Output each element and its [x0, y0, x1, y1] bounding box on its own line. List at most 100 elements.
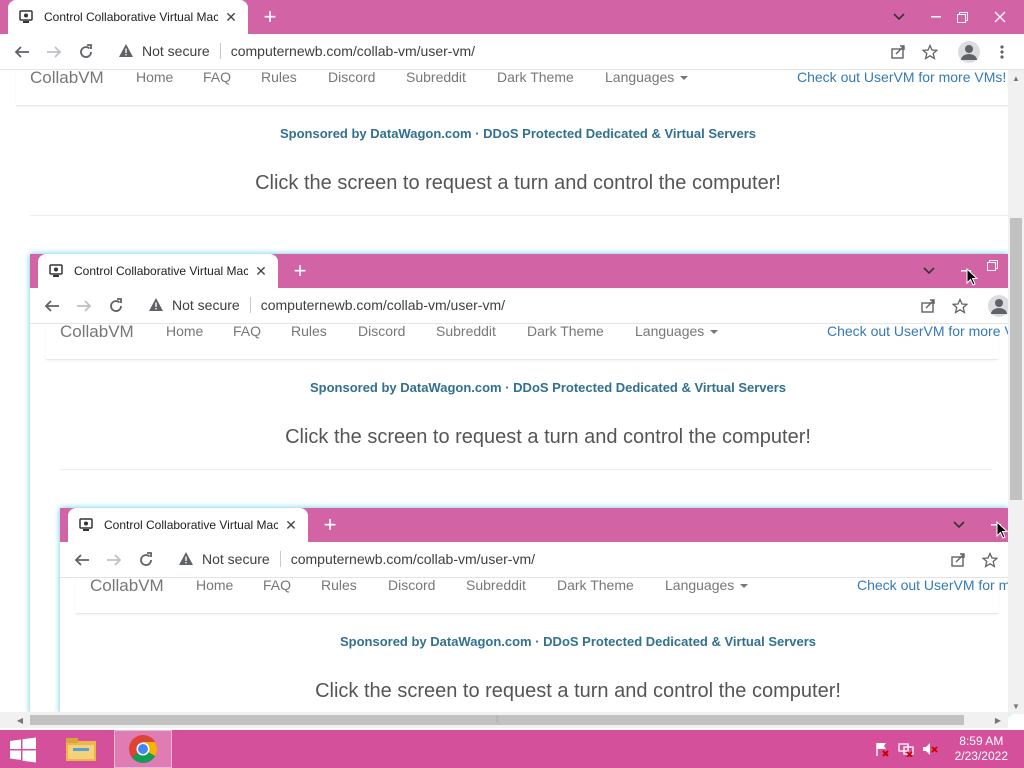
vertical-scroll-thumb[interactable] — [1010, 218, 1022, 500]
browser-tab[interactable]: Control Collaborative Virtual Mac ✕ — [8, 0, 248, 34]
scroll-left-arrow-icon[interactable]: ◀ — [12, 712, 28, 728]
site-brand[interactable]: CollabVM — [30, 69, 104, 86]
scroll-grip-icon: ⁞ — [496, 715, 499, 724]
browser-tab[interactable]: Control Collaborative Virtual Mac ✕ — [38, 254, 278, 288]
vertical-scrollbar[interactable]: ▲ ▼ — [1008, 70, 1024, 714]
horizontal-scrollbar[interactable]: ◀ ⁞ ▶ — [0, 712, 1008, 728]
nav-home[interactable]: Home — [166, 324, 203, 338]
scroll-down-arrow-icon[interactable]: ▼ — [1008, 698, 1024, 714]
address-bar[interactable]: Not secure computernewb.com/collab-vm/us… — [118, 43, 475, 59]
check-out-uservm-link[interactable]: Check out UserVM for more V — [827, 324, 1008, 338]
nav-languages[interactable]: Languages — [605, 70, 689, 84]
divider — [279, 551, 281, 567]
back-arrow-icon[interactable] — [10, 40, 34, 64]
volume-muted-icon[interactable] — [922, 741, 938, 757]
site-brand[interactable]: CollabVM — [60, 323, 134, 340]
share-icon[interactable] — [916, 294, 940, 318]
tab-strip: Control Collaborative Virtual Mac ✕ + — [30, 254, 1008, 288]
close-tab-icon[interactable]: ✕ — [252, 262, 270, 280]
nav-rules[interactable]: Rules — [261, 70, 297, 84]
bookmark-star-icon[interactable] — [978, 548, 1002, 572]
nav-dark-theme[interactable]: Dark Theme — [497, 70, 574, 84]
scroll-right-arrow-icon[interactable]: ▶ — [990, 712, 1006, 728]
folder-icon — [66, 738, 96, 761]
site-navbar: CollabVM Home FAQ Rules Discord Subreddi… — [76, 577, 1008, 614]
nav-faq[interactable]: FAQ — [233, 324, 261, 338]
scroll-up-arrow-icon[interactable]: ▲ — [1008, 70, 1024, 86]
nav-dark-theme[interactable]: Dark Theme — [557, 578, 634, 592]
close-window-icon[interactable] — [984, 0, 1016, 34]
check-out-uservm-link[interactable]: Check out UserVM for more VMs! — [797, 70, 1006, 84]
nav-subreddit[interactable]: Subreddit — [436, 324, 496, 338]
back-arrow-icon[interactable] — [40, 294, 64, 318]
turn-prompt[interactable]: Click the screen to request a turn and c… — [30, 426, 1008, 449]
site-navbar: CollabVM Home FAQ Rules Discord Subreddi… — [16, 69, 1014, 106]
nav-discord[interactable]: Discord — [358, 324, 405, 338]
caret-down-icon — [680, 76, 689, 81]
file-explorer-taskbar-button[interactable] — [52, 730, 110, 768]
nav-rules[interactable]: Rules — [291, 324, 327, 338]
bookmark-star-icon[interactable] — [918, 40, 942, 64]
profile-avatar-icon[interactable] — [958, 41, 980, 63]
browser-tab[interactable]: Control Collaborative Virtual Mac ✕ — [68, 508, 308, 542]
check-out-uservm-link[interactable]: Check out UserVM for m — [857, 578, 1008, 592]
forward-arrow-icon[interactable] — [102, 548, 126, 572]
reload-icon[interactable] — [134, 548, 158, 572]
turn-prompt[interactable]: Click the screen to request a turn and c… — [60, 680, 1008, 703]
share-icon[interactable] — [946, 548, 970, 572]
address-bar[interactable]: Not secure computernewb.com/collab-vm/us… — [148, 297, 505, 313]
nav-subreddit[interactable]: Subreddit — [466, 578, 526, 592]
sponsor-banner[interactable]: Sponsored by DataWagon.com · DDoS Protec… — [30, 380, 1008, 395]
caret-down-icon — [740, 584, 749, 589]
tab-title: Control Collaborative Virtual Mac — [74, 264, 248, 278]
clock-time: 8:59 AM — [959, 734, 1004, 748]
divider — [249, 297, 251, 313]
nav-languages[interactable]: Languages — [665, 578, 749, 592]
new-tab-icon[interactable]: + — [318, 513, 342, 537]
share-icon[interactable] — [886, 40, 910, 64]
url-path: /collab-vm/user-vm/ — [352, 43, 476, 59]
forward-arrow-icon[interactable] — [72, 294, 96, 318]
nav-rules[interactable]: Rules — [321, 578, 357, 592]
tab-search-icon[interactable] — [913, 254, 945, 288]
reload-icon[interactable] — [104, 294, 128, 318]
profile-avatar-icon[interactable] — [988, 295, 1008, 317]
warning-icon — [119, 44, 133, 57]
tab-search-icon[interactable] — [883, 0, 915, 34]
windows-start-icon[interactable] — [8, 737, 38, 763]
close-tab-icon[interactable]: ✕ — [282, 516, 300, 534]
nav-discord[interactable]: Discord — [328, 70, 375, 84]
nav-home[interactable]: Home — [196, 578, 233, 592]
nested-vm-screen-browser-window[interactable]: Control Collaborative Virtual Mac ✕ + No… — [60, 508, 1008, 714]
more-menu-icon[interactable] — [990, 40, 1014, 64]
tab-title: Control Collaborative Virtual Mac — [44, 10, 218, 24]
tab-search-icon[interactable] — [943, 508, 975, 542]
close-tab-icon[interactable]: ✕ — [222, 8, 240, 26]
chrome-taskbar-button[interactable] — [114, 730, 172, 768]
nav-dark-theme[interactable]: Dark Theme — [527, 324, 604, 338]
new-tab-icon[interactable]: + — [288, 259, 312, 283]
site-brand[interactable]: CollabVM — [90, 577, 164, 594]
reload-icon[interactable] — [74, 40, 98, 64]
restore-icon[interactable] — [976, 254, 1008, 282]
new-tab-icon[interactable]: + — [258, 5, 282, 29]
taskbar-clock[interactable]: 8:59 AM 2/23/2022 — [955, 734, 1008, 764]
network-icon[interactable] — [898, 741, 914, 757]
nav-discord[interactable]: Discord — [388, 578, 435, 592]
sponsor-banner[interactable]: Sponsored by DataWagon.com · DDoS Protec… — [60, 634, 1008, 649]
action-center-flag-icon[interactable] — [874, 741, 890, 757]
forward-arrow-icon[interactable] — [42, 40, 66, 64]
browser-toolbar: Not secure computernewb.com/collab-vm/us… — [60, 542, 1008, 578]
nav-subreddit[interactable]: Subreddit — [406, 70, 466, 84]
back-arrow-icon[interactable] — [70, 548, 94, 572]
bookmark-star-icon[interactable] — [948, 294, 972, 318]
sponsor-banner[interactable]: Sponsored by DataWagon.com · DDoS Protec… — [0, 126, 1024, 141]
restore-icon[interactable] — [946, 0, 978, 34]
address-bar[interactable]: Not secure computernewb.com/collab-vm/us… — [178, 551, 535, 567]
nav-languages[interactable]: Languages — [635, 324, 719, 338]
url-host: computernewb.com — [260, 297, 383, 313]
nav-faq[interactable]: FAQ — [203, 70, 231, 84]
nav-faq[interactable]: FAQ — [263, 578, 291, 592]
nav-home[interactable]: Home — [136, 70, 173, 84]
turn-prompt[interactable]: Click the screen to request a turn and c… — [0, 172, 1024, 195]
